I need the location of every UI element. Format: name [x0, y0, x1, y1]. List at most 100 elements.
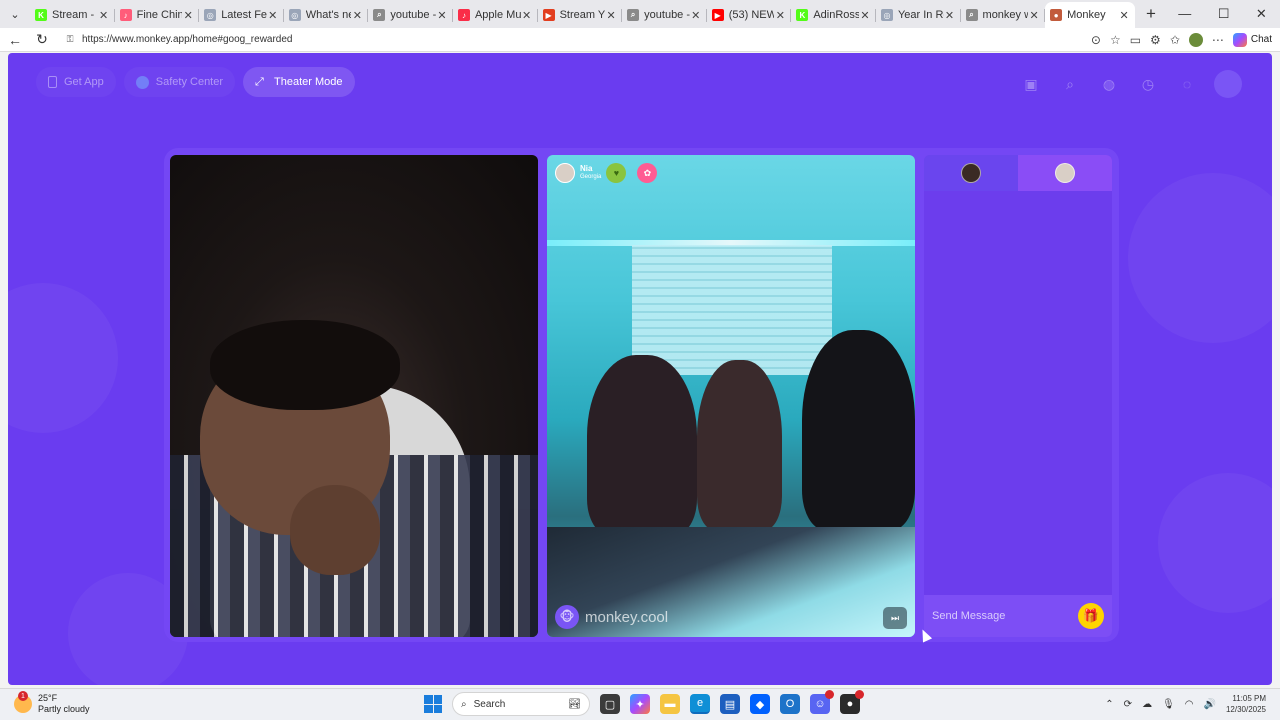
tab-favicon-icon: ♪ — [119, 9, 132, 21]
weather-icon: 1 — [14, 691, 32, 713]
recording-app-icon[interactable]: ● — [840, 690, 864, 714]
chat-tab-self[interactable] — [924, 155, 1018, 191]
copilot-icon — [1232, 32, 1247, 47]
minimize-icon[interactable]: — — [1178, 6, 1191, 22]
tab-close-icon[interactable]: ✕ — [690, 9, 702, 22]
cloud-icon[interactable]: ☁ — [1142, 699, 1152, 710]
weather-condition: Partly cloudy — [38, 704, 90, 714]
tab-close-icon[interactable]: ✕ — [98, 9, 110, 22]
browser-tab[interactable]: ⌕ youtube - Se✕ — [622, 2, 707, 28]
tab-close-icon[interactable]: ✕ — [774, 9, 786, 22]
extensions-icon[interactable]: ⚙ — [1150, 33, 1161, 47]
history-icon[interactable]: ◷ — [1136, 72, 1160, 96]
more-menu-icon[interactable]: ⋯ — [1212, 33, 1224, 47]
window-controls: — ☐ ✕ — [1165, 6, 1280, 22]
tab-favicon-icon: K — [35, 9, 47, 21]
tab-close-icon[interactable]: ✕ — [521, 9, 533, 22]
tab-close-icon[interactable]: ✕ — [182, 9, 194, 22]
taskbar-apps: ⌕ Search 🏞 ▢ ✦ ▬ e ▤ ◆ O ☺ ● — [424, 690, 864, 716]
browser-tab[interactable]: ◎ Latest Featur✕ — [199, 2, 284, 28]
store-icon[interactable]: ▣ — [1019, 72, 1043, 96]
friends-icon[interactable]: ◍ — [1097, 72, 1121, 96]
tab-close-icon[interactable]: ✕ — [351, 9, 363, 22]
file-explorer-icon[interactable]: ▬ — [660, 694, 680, 714]
next-icon[interactable]: ⏭ — [883, 607, 907, 629]
volume-icon[interactable]: 🔊 — [1204, 699, 1216, 710]
copilot-chat-button[interactable]: Chat — [1232, 32, 1272, 47]
recording-badge — [855, 690, 864, 699]
maximize-icon[interactable]: ☐ — [1218, 6, 1230, 22]
browser-tab[interactable]: ● Monkey ✕ — [1045, 2, 1136, 28]
dropbox-icon[interactable]: ◆ — [750, 694, 770, 714]
reader-icon[interactable]: ⊙ — [1091, 33, 1101, 47]
tab-title: (53) NEW Ful — [728, 9, 775, 21]
get-app-button[interactable]: Get App — [36, 67, 116, 97]
discord-icon[interactable]: ☺ — [810, 690, 834, 714]
browser-tab[interactable]: K Stream - Kick✕ — [30, 2, 115, 28]
tab-close-icon[interactable]: ✕ — [859, 9, 871, 22]
monkey-logo-icon: 🐵 — [555, 605, 579, 629]
chat-label: Chat — [1250, 34, 1272, 45]
send-gift-icon[interactable]: 🎁 — [1078, 603, 1104, 629]
close-window-icon[interactable]: ✕ — [1256, 6, 1267, 22]
site-info-icon[interactable]: ⚿ — [64, 34, 76, 46]
browser-tab[interactable]: ◎ Year In Revie✕ — [876, 2, 961, 28]
browser-tab[interactable]: ▶ (53) NEW Ful✕ — [707, 2, 792, 28]
wifi-icon[interactable]: ◠ — [1185, 699, 1194, 710]
taskbar-search[interactable]: ⌕ Search 🏞 — [452, 692, 590, 716]
edge-icon[interactable]: e — [690, 694, 710, 714]
favorite-star-icon[interactable]: ☆ — [1110, 33, 1121, 47]
chat-tab-remote[interactable] — [1018, 155, 1112, 191]
address-bar[interactable]: ⚿ https://www.monkey.app/home#goog_rewar… — [60, 30, 1091, 50]
remote-user-meta: Nia Georgia — [580, 165, 601, 181]
favorites-icon[interactable]: ✩ — [1170, 33, 1180, 47]
tab-title: Apple Music — [474, 9, 521, 21]
browser-tab[interactable]: ▶ Stream Yung✕ — [538, 2, 623, 28]
back-arrow-icon[interactable]: ← — [3, 29, 27, 51]
watermark-text: monkey.cool — [585, 608, 669, 626]
browser-tab[interactable]: ⌕ youtube - Se✕ — [368, 2, 453, 28]
tab-close-icon[interactable]: ✕ — [1028, 9, 1040, 22]
browser-tab[interactable]: K AdinRoss Str✕ — [791, 2, 876, 28]
tab-favicon-icon: ▶ — [542, 9, 555, 21]
store-taskbar-icon[interactable]: ▤ — [720, 694, 740, 714]
media-icon[interactable]: ▭ — [1130, 33, 1141, 47]
search-icon[interactable]: ⌕ — [1058, 72, 1082, 96]
safety-center-button[interactable]: Safety Center — [123, 67, 236, 97]
windows-start-icon[interactable] — [424, 695, 442, 713]
send-message-input[interactable]: Send Message — [932, 610, 1005, 622]
remote-user-badge[interactable]: Nia Georgia ♥ ✿ — [555, 163, 658, 183]
browser-tab[interactable]: ⌕ monkey web✕ — [961, 2, 1046, 28]
new-tab-button[interactable]: + — [1137, 4, 1165, 24]
tab-close-icon[interactable]: ✕ — [944, 9, 956, 22]
chevron-up-icon[interactable]: ⌃ — [1105, 699, 1113, 710]
browser-tab[interactable]: ♪ Apple Music✕ — [453, 2, 538, 28]
sync-icon[interactable]: ⟳ — [1124, 699, 1132, 710]
heart-icon[interactable]: ♥ — [606, 163, 627, 183]
browser-tab[interactable]: ♪ Fine China -✕ — [115, 2, 200, 28]
chat-tabs — [924, 155, 1112, 191]
tab-favicon-icon: ◎ — [204, 9, 217, 21]
tab-actions-menu-icon[interactable]: ⌄ — [0, 0, 30, 28]
tab-title: Latest Featur — [221, 9, 267, 21]
tab-close-icon[interactable]: ✕ — [605, 9, 617, 22]
gift-icon[interactable]: ✿ — [637, 163, 658, 183]
messages-icon[interactable]: ◌ — [1175, 72, 1199, 96]
tab-favicon-icon: ⌕ — [965, 9, 978, 21]
tab-title: youtube - Se — [390, 9, 436, 21]
browser-tab[interactable]: ◎ What's new i✕ — [284, 2, 369, 28]
clock[interactable]: 11:05 PM 12/30/2025 — [1226, 693, 1266, 715]
tab-close-icon[interactable]: ✕ — [267, 9, 279, 22]
profile-icon[interactable] — [1188, 32, 1203, 47]
refresh-icon[interactable]: ↻ — [30, 29, 54, 51]
tab-close-icon[interactable]: ✕ — [436, 9, 448, 22]
my-avatar[interactable] — [1214, 70, 1242, 98]
tab-close-icon[interactable]: ✕ — [1118, 9, 1130, 22]
copilot-taskbar-icon[interactable]: ✦ — [630, 694, 650, 714]
microphone-icon[interactable]: 🎙 — [1162, 699, 1175, 710]
theater-mode-button[interactable]: ⤢ Theater Mode — [243, 67, 355, 97]
remote-user-avatar[interactable] — [555, 163, 575, 183]
task-view-icon[interactable]: ▢ — [600, 694, 620, 714]
outlook-icon[interactable]: O — [780, 694, 800, 714]
weather-widget[interactable]: 1 25°F Partly cloudy — [14, 691, 90, 715]
